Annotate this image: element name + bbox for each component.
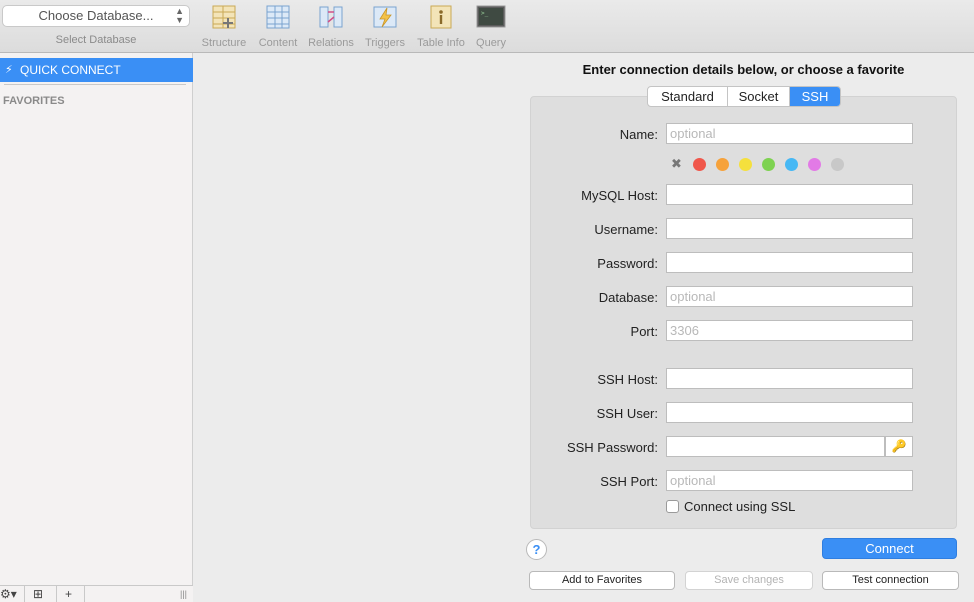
- color-yellow-swatch[interactable]: [739, 158, 752, 171]
- color-purple-swatch[interactable]: [808, 158, 821, 171]
- tab-ssh[interactable]: SSH: [790, 87, 840, 106]
- database-select[interactable]: Choose Database... ▲ ▼: [2, 5, 190, 27]
- ssl-checkbox-label: Connect using SSL: [684, 499, 796, 514]
- color-gray-swatch[interactable]: [831, 158, 844, 171]
- query-icon: >_: [476, 5, 506, 28]
- ssh-user-label: SSH User:: [596, 406, 658, 421]
- sidebar-item-quick-connect[interactable]: ⚡ QUICK CONNECT: [0, 58, 193, 82]
- favorites-heading: FAVORITES: [3, 95, 65, 107]
- toolbar-structure-button[interactable]: Structure: [196, 4, 252, 49]
- tab-standard[interactable]: Standard: [648, 87, 728, 106]
- ssl-checkbox-row[interactable]: Connect using SSL: [666, 499, 795, 514]
- connection-type-tabs: Standard Socket SSH: [647, 86, 841, 107]
- toolbar-table-info-label: Table Info: [417, 37, 465, 49]
- add-favorite-icon[interactable]: +: [65, 587, 72, 601]
- bottom-divider: [24, 586, 25, 602]
- name-label: Name:: [619, 127, 658, 142]
- ssl-checkbox[interactable]: [666, 500, 679, 513]
- username-field[interactable]: [666, 218, 913, 239]
- toolbar-structure-label: Structure: [201, 37, 247, 49]
- toolbar-relations-button[interactable]: Relations: [303, 4, 359, 49]
- bottom-divider: [56, 586, 57, 602]
- page-title: Enter connection details below, or choos…: [582, 62, 905, 77]
- ssh-port-field[interactable]: [666, 470, 913, 491]
- toolbar-content-label: Content: [258, 37, 298, 49]
- toolbar-triggers-button[interactable]: Triggers: [357, 4, 413, 49]
- toolbar-table-info-button[interactable]: Table Info: [413, 4, 469, 49]
- color-red-swatch[interactable]: [693, 158, 706, 171]
- database-select-value: Choose Database...: [38, 8, 154, 23]
- toolbar-relations-label: Relations: [308, 37, 354, 49]
- ssh-port-label: SSH Port:: [600, 474, 658, 489]
- database-label: Database:: [598, 290, 658, 305]
- add-folder-icon[interactable]: ⊞: [33, 587, 43, 601]
- resize-handle-icon[interactable]: |||: [180, 587, 187, 601]
- toolbar: Choose Database... ▲ ▼ Select Database St…: [0, 0, 974, 53]
- mysql-host-field[interactable]: [666, 184, 913, 205]
- lightning-icon: ⚡: [5, 64, 13, 76]
- sidebar-bottom-bar: ⚙▾ ⊞ + |||: [0, 585, 193, 602]
- name-field[interactable]: [666, 123, 913, 144]
- ssh-key-button[interactable]: 🔑: [885, 436, 913, 457]
- mysql-host-label: MySQL Host:: [581, 188, 658, 203]
- relations-icon: [319, 6, 343, 28]
- color-green-swatch[interactable]: [762, 158, 775, 171]
- username-label: Username:: [594, 222, 658, 237]
- clear-color-icon[interactable]: ✖: [671, 157, 682, 171]
- color-orange-swatch[interactable]: [716, 158, 729, 171]
- ssh-password-field[interactable]: [666, 436, 885, 457]
- tab-socket[interactable]: Socket: [728, 87, 790, 106]
- port-field[interactable]: [666, 320, 913, 341]
- ssh-password-label: SSH Password:: [566, 440, 658, 455]
- password-label: Password:: [597, 256, 658, 271]
- save-changes-button[interactable]: Save changes: [685, 571, 813, 590]
- ssh-host-label: SSH Host:: [597, 372, 658, 387]
- connect-button[interactable]: Connect: [822, 538, 957, 559]
- bottom-divider: [84, 586, 85, 602]
- help-button[interactable]: ?: [526, 539, 547, 560]
- toolbar-query-button[interactable]: >_ Query: [463, 4, 519, 49]
- color-blue-swatch[interactable]: [785, 158, 798, 171]
- sidebar-divider: [4, 84, 186, 85]
- test-connection-button[interactable]: Test connection: [822, 571, 959, 590]
- quick-connect-label: QUICK CONNECT: [20, 63, 121, 77]
- content-icon: [266, 5, 290, 29]
- key-icon: 🔑: [891, 439, 907, 453]
- structure-icon: [212, 5, 236, 29]
- ssh-host-field[interactable]: [666, 368, 913, 389]
- svg-text:>_: >_: [481, 10, 489, 17]
- triggers-icon: [373, 6, 397, 28]
- database-field[interactable]: [666, 286, 913, 307]
- gear-menu-icon[interactable]: ⚙▾: [0, 587, 17, 601]
- select-database-caption: Select Database: [55, 34, 137, 46]
- toolbar-triggers-label: Triggers: [365, 37, 405, 49]
- password-field[interactable]: [666, 252, 913, 273]
- updown-chevron-icon: ▲ ▼: [175, 6, 184, 25]
- ssh-user-field[interactable]: [666, 402, 913, 423]
- port-label: Port:: [630, 324, 658, 339]
- toolbar-content-button[interactable]: Content: [250, 4, 306, 49]
- toolbar-query-label: Query: [476, 37, 506, 49]
- sidebar: ⚡ QUICK CONNECT FAVORITES: [0, 53, 193, 602]
- table-info-icon: [430, 5, 452, 29]
- add-to-favorites-button[interactable]: Add to Favorites: [529, 571, 675, 590]
